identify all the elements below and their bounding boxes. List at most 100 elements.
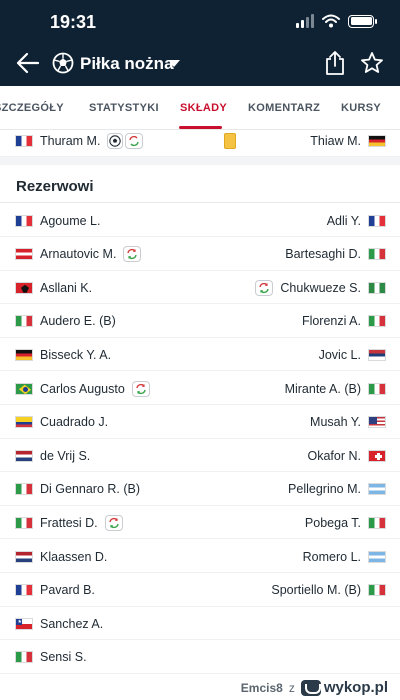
- tab-details[interactable]: SZCZEGÓŁY: [0, 102, 64, 114]
- star-icon[interactable]: [360, 51, 384, 75]
- credit-user[interactable]: Emcis8: [241, 681, 283, 695]
- away-player[interactable]: Bartesaghi D.: [285, 238, 386, 271]
- player-row: Di Gennaro R. (B) Pellegrino M.: [0, 473, 400, 506]
- player-row: Klaassen D. Romero L.: [0, 540, 400, 573]
- away-player[interactable]: Musah Y.: [310, 406, 386, 439]
- home-player[interactable]: Frattesi D.: [15, 506, 123, 539]
- player-row: Frattesi D. Pobega T.: [0, 506, 400, 540]
- player-row: Asllani K. Chukwueze S.: [0, 271, 400, 305]
- home-player[interactable]: Carlos Augusto: [15, 372, 150, 405]
- player-name: Chukwueze S.: [280, 280, 361, 295]
- lineups-content: Thuram M. Thiaw M. Rezerwowi Agoume L. Ad…: [0, 130, 400, 700]
- flag-italy-icon: [15, 651, 33, 664]
- player-name: Pavard B.: [40, 583, 95, 598]
- away-player[interactable]: Adli Y.: [327, 204, 386, 237]
- home-player[interactable]: Di Gennaro R. (B): [15, 473, 140, 506]
- player-row: Cuadrado J. Musah Y.: [0, 406, 400, 439]
- away-player[interactable]: Okafor N.: [308, 439, 386, 472]
- credit-connector: z: [288, 680, 295, 695]
- nav-bar: Piłka nożna: [0, 46, 400, 82]
- player-name: de Vrij S.: [40, 448, 91, 463]
- home-player[interactable]: Agoume L.: [15, 204, 100, 237]
- home-player[interactable]: Bisseck Y. A.: [15, 338, 111, 371]
- home-player[interactable]: Sensi S.: [15, 641, 87, 674]
- home-player[interactable]: Arnautovic M.: [15, 238, 142, 271]
- away-player[interactable]: Mirante A. (B): [285, 372, 386, 405]
- substitution-icon: [255, 279, 274, 296]
- player-name: Di Gennaro R. (B): [40, 482, 141, 497]
- player-name: Musah Y.: [310, 415, 361, 430]
- section-divider: [0, 157, 400, 165]
- flag-italy-icon: [368, 315, 386, 328]
- status-icons: [296, 14, 377, 28]
- player-name: Carlos Augusto: [40, 381, 125, 396]
- flag-netherlands-icon: [15, 449, 33, 462]
- signal-icon: [296, 14, 314, 28]
- tab-bar: SZCZEGÓŁY STATYSTYKI SKŁADY KOMENTARZ KU…: [0, 86, 400, 130]
- flag-italy-icon: [15, 516, 33, 529]
- wykop-logo[interactable]: wykop.pl: [300, 679, 388, 696]
- player-name: Arnautovic M.: [40, 247, 117, 262]
- substitution-icon: [131, 380, 150, 397]
- away-player[interactable]: Jovic L.: [319, 338, 386, 371]
- football-icon: [52, 52, 74, 74]
- player-row: Pavard B. Sportiello M. (B): [0, 574, 400, 607]
- player-name: Bisseck Y. A.: [40, 347, 112, 362]
- player-name: Thuram M.: [40, 133, 101, 148]
- home-player[interactable]: Asllani K.: [15, 271, 92, 304]
- away-player[interactable]: Pellegrino M.: [288, 473, 386, 506]
- home-player[interactable]: ★ Sanchez A.: [15, 607, 103, 640]
- home-player[interactable]: Klaassen D.: [15, 540, 107, 573]
- flag-germany-icon: [15, 348, 33, 361]
- player-name: Agoume L.: [40, 213, 101, 228]
- away-player[interactable]: Thiaw M.: [224, 130, 386, 157]
- share-icon[interactable]: [324, 50, 346, 76]
- player-row: Arnautovic M. Bartesaghi D.: [0, 238, 400, 271]
- flag-italy-icon: [15, 483, 33, 496]
- flag-germany-icon: [368, 134, 386, 147]
- flag-france-icon: [15, 584, 33, 597]
- home-player[interactable]: Thuram M.: [15, 130, 144, 157]
- tab-odds[interactable]: KURSY: [341, 102, 381, 114]
- home-player[interactable]: Cuadrado J.: [15, 406, 108, 439]
- tab-commentary[interactable]: KOMENTARZ: [248, 102, 320, 114]
- flag-brazil-icon: [15, 382, 33, 395]
- player-row: Bisseck Y. A. Jovic L.: [0, 338, 400, 372]
- sport-title[interactable]: Piłka nożna: [80, 54, 174, 74]
- player-row: Agoume L. Adli Y.: [0, 204, 400, 237]
- flag-netherlands-icon: [15, 550, 33, 563]
- home-player[interactable]: de Vrij S.: [15, 439, 90, 472]
- battery-icon: [348, 14, 377, 28]
- player-row: ★ Sanchez A.: [0, 607, 400, 641]
- tab-lineups[interactable]: SKŁADY: [180, 102, 227, 114]
- section-title-reserves: Rezerwowi: [16, 178, 94, 195]
- credit: Emcis8 z wykop.pl: [241, 679, 388, 696]
- goal-ball-icon: [107, 132, 124, 149]
- away-player[interactable]: Sportiello M. (B): [271, 574, 386, 607]
- player-name: Asllani K.: [40, 280, 93, 295]
- flag-albania-icon: [15, 281, 33, 294]
- flag-argentina-icon: [368, 550, 386, 563]
- player-row: Thuram M. Thiaw M.: [0, 130, 400, 157]
- player-name: Frattesi D.: [40, 515, 98, 530]
- tab-statistics[interactable]: STATYSTYKI: [89, 102, 159, 114]
- player-name: Pobega T.: [304, 515, 361, 530]
- chevron-down-icon[interactable]: [168, 60, 180, 68]
- divider: [0, 202, 400, 203]
- player-name: Pellegrino M.: [288, 482, 361, 497]
- home-player[interactable]: Audero E. (B): [15, 305, 116, 338]
- back-arrow-icon[interactable]: [16, 52, 40, 74]
- away-player[interactable]: Florenzi A.: [302, 305, 386, 338]
- substitution-icon: [104, 514, 123, 531]
- player-name: Jovic L.: [318, 347, 361, 362]
- away-player[interactable]: Pobega T.: [305, 506, 386, 539]
- player-row: Carlos Augusto Mirante A. (B): [0, 372, 400, 405]
- away-player[interactable]: Chukwueze S.: [255, 271, 386, 304]
- flag-italy-icon: [368, 516, 386, 529]
- away-player[interactable]: Romero L.: [303, 540, 386, 573]
- flag-chile-icon: ★: [15, 617, 33, 630]
- player-name: Cuadrado J.: [40, 415, 109, 430]
- player-row: de Vrij S. Okafor N.: [0, 439, 400, 473]
- player-name: Bartesaghi D.: [285, 247, 361, 262]
- home-player[interactable]: Pavard B.: [15, 574, 95, 607]
